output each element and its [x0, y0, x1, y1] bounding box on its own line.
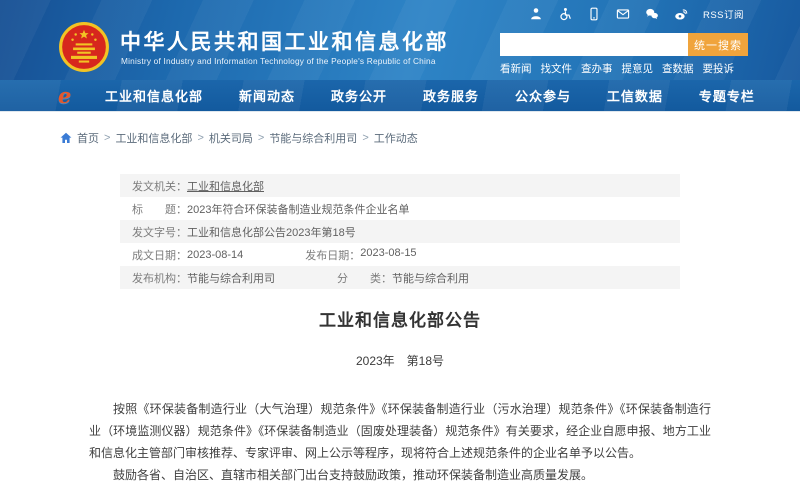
breadcrumb-home[interactable]: 首页 [77, 130, 99, 146]
wechat-icon[interactable] [645, 7, 659, 21]
doc-info-label: 发布日期： [305, 247, 360, 263]
site-title: 中华人民共和国工业和信息化部 [120, 26, 449, 56]
quick-link-complaints[interactable]: 要投诉 [703, 61, 735, 76]
breadcrumb-separator: > [362, 132, 368, 144]
quick-link-opinions[interactable]: 提意见 [622, 61, 654, 76]
breadcrumb: 首页 > 工业和信息化部 > 机关司局 > 节能与综合利用司 > 工作动态 [0, 112, 800, 146]
accessibility-person-icon[interactable] [529, 7, 543, 21]
doc-info-written-date: 2023-08-14 [187, 249, 243, 261]
nav-item-public-participation[interactable]: 公众参与 [515, 86, 571, 105]
doc-info-category-value: 节能与综合利用 [392, 270, 469, 286]
doc-info-publish-date: 2023-08-15 [360, 247, 416, 263]
header-banner: 中华人民共和国工业和信息化部 Ministry of Industry and … [0, 0, 800, 80]
breadcrumb-energy-dept[interactable]: 节能与综合利用司 [269, 130, 357, 146]
search-button[interactable]: 统一搜索 [688, 33, 748, 56]
home-icon[interactable] [60, 132, 72, 144]
article-paragraph: 按照《环保装备制造行业（大气治理）规范条件》《环保装备制造行业（污水治理）规范条… [89, 398, 711, 464]
rss-subscribe-link[interactable]: RSS订阅 [703, 7, 744, 21]
nav-items: 工业和信息化部 新闻动态 政务公开 政务服务 公众参与 工信数据 专题专栏 [105, 86, 755, 105]
mail-icon[interactable] [616, 7, 630, 21]
quick-link-news[interactable]: 看新闻 [500, 61, 532, 76]
doc-info-agency-value: 节能与综合利用司 [187, 270, 275, 286]
quick-links: 看新闻 找文件 查办事 提意见 查数据 要投诉 [500, 61, 734, 76]
doc-info-label: 发文字号： [132, 224, 187, 240]
article-paragraph: 鼓励各省、自治区、直辖市相关部门出台支持鼓励政策，推动环保装备制造业高质量发展。 [89, 464, 711, 482]
doc-info-title-value: 2023年符合环保装备制造业规范条件企业名单 [187, 201, 409, 217]
article-issue-number: 2023年 第18号 [0, 352, 800, 369]
doc-info-row-title: 标 题： 2023年符合环保装备制造业规范条件企业名单 [120, 197, 680, 220]
nav-item-gov-services[interactable]: 政务服务 [423, 86, 479, 105]
doc-info-label: 成文日期： [132, 247, 187, 263]
breadcrumb-separator: > [258, 132, 264, 144]
doc-info-number-value: 工业和信息化部公告2023年第18号 [187, 224, 356, 240]
quick-link-documents[interactable]: 找文件 [541, 61, 573, 76]
article-title: 工业和信息化部公告 [0, 306, 800, 331]
quick-link-data[interactable]: 查数据 [662, 61, 694, 76]
doc-info-row-number: 发文字号： 工业和信息化部公告2023年第18号 [120, 220, 680, 243]
doc-info-row-issuer: 发文机关： 工业和信息化部 [120, 174, 680, 197]
doc-info-label: 分 类： [337, 270, 392, 286]
doc-info-label: 发文机关： [132, 178, 187, 194]
breadcrumb-departments[interactable]: 机关司局 [209, 130, 253, 146]
doc-info-row-dates: 成文日期： 2023-08-14 发布日期： 2023-08-15 [120, 243, 680, 266]
header-utility-icons: RSS订阅 [529, 7, 744, 21]
article-body: 按照《环保装备制造行业（大气治理）规范条件》《环保装备制造行业（污水治理）规范条… [89, 398, 711, 482]
document-info-table: 发文机关： 工业和信息化部 标 题： 2023年符合环保装备制造业规范条件企业名… [120, 174, 680, 289]
doc-info-label: 标 题： [132, 201, 187, 217]
main-nav: e 工业和信息化部 新闻动态 政务公开 政务服务 公众参与 工信数据 专题专栏 [0, 80, 800, 112]
national-emblem-icon [58, 21, 110, 73]
wheelchair-icon[interactable] [558, 7, 572, 21]
doc-info-row-agency: 发布机构： 节能与综合利用司 分 类： 节能与综合利用 [120, 266, 680, 289]
doc-info-label: 发布机构： [132, 270, 187, 286]
breadcrumb-separator: > [104, 132, 110, 144]
nav-item-miit[interactable]: 工业和信息化部 [105, 86, 203, 105]
nav-item-special-topics[interactable]: 专题专栏 [699, 86, 755, 105]
search-input[interactable] [500, 33, 688, 56]
site-subtitle: Ministry of Industry and Information Tec… [121, 56, 436, 66]
breadcrumb-separator: > [197, 132, 203, 144]
mobile-icon[interactable] [587, 7, 601, 21]
doc-info-issuer-link[interactable]: 工业和信息化部 [187, 178, 264, 194]
nav-item-data[interactable]: 工信数据 [607, 86, 663, 105]
quick-link-services[interactable]: 查办事 [581, 61, 613, 76]
weibo-icon[interactable] [674, 7, 688, 21]
nav-item-gov-disclosure[interactable]: 政务公开 [331, 86, 387, 105]
nav-item-news[interactable]: 新闻动态 [239, 86, 295, 105]
breadcrumb-miit[interactable]: 工业和信息化部 [115, 130, 192, 146]
nav-e-logo-icon: e [58, 83, 71, 108]
search-bar: 统一搜索 [500, 33, 748, 56]
breadcrumb-work-updates[interactable]: 工作动态 [374, 130, 418, 146]
